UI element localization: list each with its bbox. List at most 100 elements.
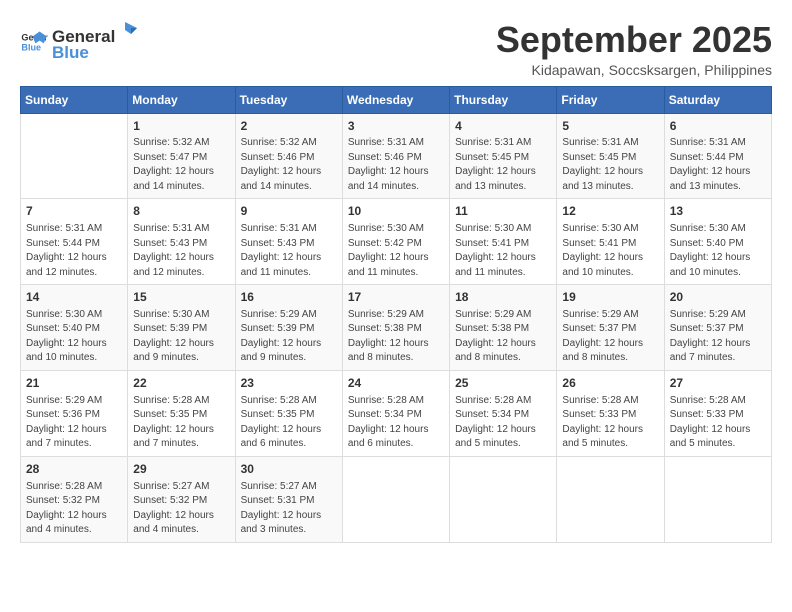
- day-number: 17: [348, 289, 444, 306]
- day-number: 9: [241, 203, 337, 220]
- calendar-cell: 6Sunrise: 5:31 AM Sunset: 5:44 PM Daylig…: [664, 113, 771, 199]
- day-info: Sunrise: 5:28 AM Sunset: 5:34 PM Dayligh…: [348, 394, 444, 452]
- day-number: 1: [133, 118, 229, 135]
- day-info: Sunrise: 5:31 AM Sunset: 5:44 PM Dayligh…: [26, 222, 122, 280]
- week-row-3: 14Sunrise: 5:30 AM Sunset: 5:40 PM Dayli…: [21, 285, 772, 371]
- day-info: Sunrise: 5:28 AM Sunset: 5:33 PM Dayligh…: [562, 394, 658, 452]
- calendar-cell: 22Sunrise: 5:28 AM Sunset: 5:35 PM Dayli…: [128, 370, 235, 456]
- calendar-cell: [342, 456, 449, 542]
- logo-flag: [117, 20, 139, 42]
- calendar-cell: 16 Sunrise: 5:29 AM Sunset: 5:39 PM Dayli…: [235, 285, 342, 371]
- header-row: SundayMondayTuesdayWednesdayThursdayFrid…: [21, 86, 772, 113]
- calendar-cell: [664, 456, 771, 542]
- day-info: Sunrise: 5:28 AM Sunset: 5:34 PM Dayligh…: [455, 394, 551, 452]
- calendar-cell: 1Sunrise: 5:32 AM Sunset: 5:47 PM Daylig…: [128, 113, 235, 199]
- day-info: Sunrise: 5:28 AM Sunset: 5:35 PM Dayligh…: [241, 394, 337, 452]
- day-info: Sunrise: 5:29 AM Sunset: 5:38 PM Dayligh…: [348, 308, 444, 366]
- day-number: 20: [670, 289, 766, 306]
- day-number: 26: [562, 375, 658, 392]
- title-area: September 2025 Kidapawan, Soccsksargen, …: [496, 20, 772, 78]
- day-info: Sunrise: 5:28 AM Sunset: 5:35 PM Dayligh…: [133, 394, 229, 452]
- day-number: 7: [26, 203, 122, 220]
- calendar-cell: 17 Sunrise: 5:29 AM Sunset: 5:38 PM Dayli…: [342, 285, 449, 371]
- calendar-cell: 7 Sunrise: 5:31 AM Sunset: 5:44 PM Daylig…: [21, 199, 128, 285]
- day-number: 2: [241, 118, 337, 135]
- day-info: Sunrise: 5:28 AM Sunset: 5:32 PM Dayligh…: [26, 480, 122, 538]
- calendar-cell: 3Sunrise: 5:31 AM Sunset: 5:46 PM Daylig…: [342, 113, 449, 199]
- logo: General Blue General Blue: [20, 20, 139, 63]
- calendar-cell: 28 Sunrise: 5:28 AM Sunset: 5:32 PM Dayli…: [21, 456, 128, 542]
- calendar-body: 1Sunrise: 5:32 AM Sunset: 5:47 PM Daylig…: [21, 113, 772, 542]
- calendar-cell: 27Sunrise: 5:28 AM Sunset: 5:33 PM Dayli…: [664, 370, 771, 456]
- calendar-cell: [450, 456, 557, 542]
- day-info: Sunrise: 5:31 AM Sunset: 5:45 PM Dayligh…: [562, 136, 658, 194]
- day-number: 5: [562, 118, 658, 135]
- calendar-cell: 2Sunrise: 5:32 AM Sunset: 5:46 PM Daylig…: [235, 113, 342, 199]
- day-info: Sunrise: 5:31 AM Sunset: 5:43 PM Dayligh…: [241, 222, 337, 280]
- header-wednesday: Wednesday: [342, 86, 449, 113]
- logo-icon: General Blue: [20, 28, 48, 56]
- calendar-cell: 30Sunrise: 5:27 AM Sunset: 5:31 PM Dayli…: [235, 456, 342, 542]
- calendar-header: SundayMondayTuesdayWednesdayThursdayFrid…: [21, 86, 772, 113]
- week-row-1: 1Sunrise: 5:32 AM Sunset: 5:47 PM Daylig…: [21, 113, 772, 199]
- day-info: Sunrise: 5:30 AM Sunset: 5:41 PM Dayligh…: [455, 222, 551, 280]
- week-row-4: 21 Sunrise: 5:29 AM Sunset: 5:36 PM Dayli…: [21, 370, 772, 456]
- day-info: Sunrise: 5:29 AM Sunset: 5:39 PM Dayligh…: [241, 308, 337, 366]
- header-friday: Friday: [557, 86, 664, 113]
- calendar-cell: 11Sunrise: 5:30 AM Sunset: 5:41 PM Dayli…: [450, 199, 557, 285]
- calendar-cell: 10 Sunrise: 5:30 AM Sunset: 5:42 PM Dayli…: [342, 199, 449, 285]
- calendar-cell: 25Sunrise: 5:28 AM Sunset: 5:34 PM Dayli…: [450, 370, 557, 456]
- day-info: Sunrise: 5:30 AM Sunset: 5:42 PM Dayligh…: [348, 222, 444, 280]
- header-sunday: Sunday: [21, 86, 128, 113]
- day-number: 4: [455, 118, 551, 135]
- day-info: Sunrise: 5:29 AM Sunset: 5:38 PM Dayligh…: [455, 308, 551, 366]
- week-row-5: 28 Sunrise: 5:28 AM Sunset: 5:32 PM Dayli…: [21, 456, 772, 542]
- calendar-cell: 29Sunrise: 5:27 AM Sunset: 5:32 PM Dayli…: [128, 456, 235, 542]
- calendar-cell: 23 Sunrise: 5:28 AM Sunset: 5:35 PM Dayli…: [235, 370, 342, 456]
- day-number: 6: [670, 118, 766, 135]
- page-header: General Blue General Blue September 2025…: [20, 20, 772, 78]
- calendar-cell: 19Sunrise: 5:29 AM Sunset: 5:37 PM Dayli…: [557, 285, 664, 371]
- calendar-cell: 13 Sunrise: 5:30 AM Sunset: 5:40 PM Dayli…: [664, 199, 771, 285]
- calendar-cell: 24Sunrise: 5:28 AM Sunset: 5:34 PM Dayli…: [342, 370, 449, 456]
- day-number: 18: [455, 289, 551, 306]
- svg-text:Blue: Blue: [21, 42, 41, 52]
- day-info: Sunrise: 5:32 AM Sunset: 5:47 PM Dayligh…: [133, 136, 229, 194]
- day-info: Sunrise: 5:31 AM Sunset: 5:46 PM Dayligh…: [348, 136, 444, 194]
- day-number: 10: [348, 203, 444, 220]
- day-number: 3: [348, 118, 444, 135]
- calendar-cell: 9 Sunrise: 5:31 AM Sunset: 5:43 PM Daylig…: [235, 199, 342, 285]
- day-info: Sunrise: 5:31 AM Sunset: 5:45 PM Dayligh…: [455, 136, 551, 194]
- calendar-cell: 15 Sunrise: 5:30 AM Sunset: 5:39 PM Dayli…: [128, 285, 235, 371]
- calendar-table: SundayMondayTuesdayWednesdayThursdayFrid…: [20, 86, 772, 543]
- week-row-2: 7 Sunrise: 5:31 AM Sunset: 5:44 PM Daylig…: [21, 199, 772, 285]
- day-number: 30: [241, 461, 337, 478]
- day-number: 27: [670, 375, 766, 392]
- day-number: 15: [133, 289, 229, 306]
- page-title: September 2025: [496, 20, 772, 60]
- day-info: Sunrise: 5:31 AM Sunset: 5:44 PM Dayligh…: [670, 136, 766, 194]
- header-monday: Monday: [128, 86, 235, 113]
- day-number: 13: [670, 203, 766, 220]
- day-info: Sunrise: 5:30 AM Sunset: 5:41 PM Dayligh…: [562, 222, 658, 280]
- day-info: Sunrise: 5:29 AM Sunset: 5:37 PM Dayligh…: [670, 308, 766, 366]
- calendar-cell: 14Sunrise: 5:30 AM Sunset: 5:40 PM Dayli…: [21, 285, 128, 371]
- day-number: 14: [26, 289, 122, 306]
- day-number: 21: [26, 375, 122, 392]
- calendar-cell: 18 Sunrise: 5:29 AM Sunset: 5:38 PM Dayli…: [450, 285, 557, 371]
- day-number: 23: [241, 375, 337, 392]
- header-thursday: Thursday: [450, 86, 557, 113]
- page-subtitle: Kidapawan, Soccsksargen, Philippines: [496, 62, 772, 78]
- day-info: Sunrise: 5:29 AM Sunset: 5:37 PM Dayligh…: [562, 308, 658, 366]
- calendar-cell: 4Sunrise: 5:31 AM Sunset: 5:45 PM Daylig…: [450, 113, 557, 199]
- day-number: 29: [133, 461, 229, 478]
- calendar-cell: 12Sunrise: 5:30 AM Sunset: 5:41 PM Dayli…: [557, 199, 664, 285]
- calendar-cell: 26 Sunrise: 5:28 AM Sunset: 5:33 PM Dayli…: [557, 370, 664, 456]
- day-info: Sunrise: 5:29 AM Sunset: 5:36 PM Dayligh…: [26, 394, 122, 452]
- day-info: Sunrise: 5:30 AM Sunset: 5:40 PM Dayligh…: [670, 222, 766, 280]
- day-number: 16: [241, 289, 337, 306]
- day-number: 28: [26, 461, 122, 478]
- header-tuesday: Tuesday: [235, 86, 342, 113]
- day-number: 8: [133, 203, 229, 220]
- day-info: Sunrise: 5:30 AM Sunset: 5:39 PM Dayligh…: [133, 308, 229, 366]
